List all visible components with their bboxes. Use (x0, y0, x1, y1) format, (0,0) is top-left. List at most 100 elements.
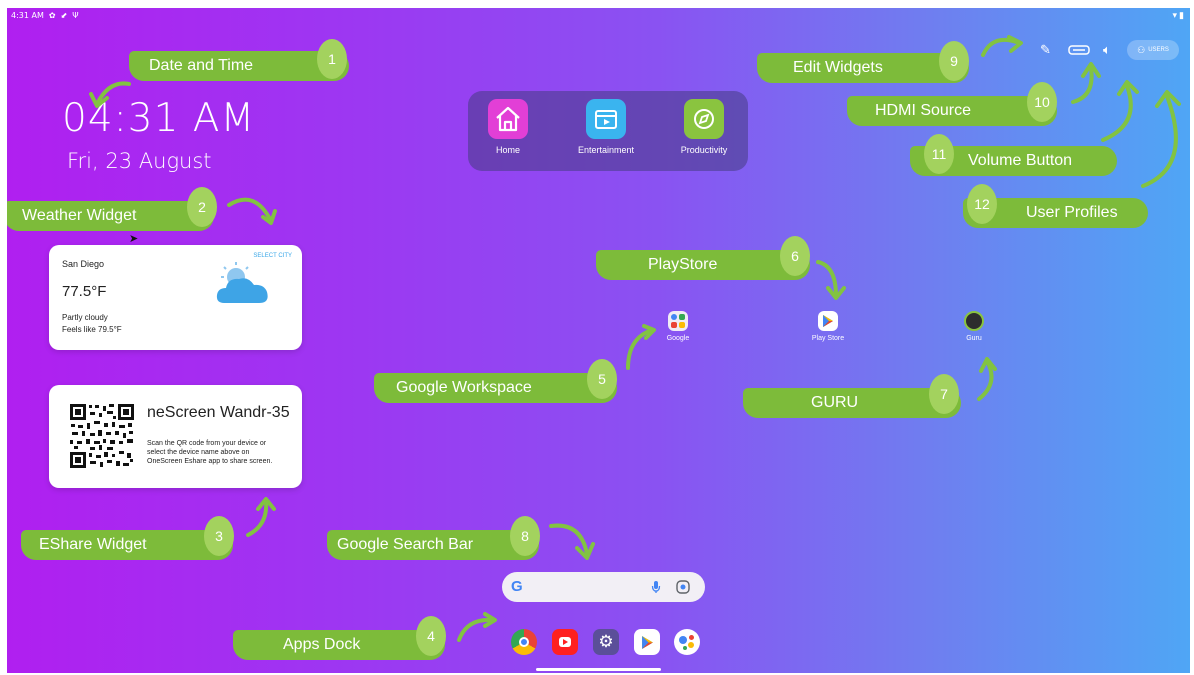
partly-cloudy-icon (216, 262, 268, 303)
clock-date[interactable]: Fri, 23 August (67, 149, 212, 173)
callout-label: Volume Button (968, 152, 1073, 169)
status-bar: 4:31 AM ✿ ⬋ Ψ (11, 11, 79, 20)
callout-arrow (246, 497, 276, 537)
callout-arrow (227, 197, 277, 225)
callout-date-and-time: Date and Time 1 (129, 39, 349, 81)
callout-label: PlayStore (648, 256, 718, 273)
google-search-bar[interactable]: G (502, 572, 705, 602)
app-guru[interactable]: Guru (949, 311, 999, 342)
callout-label: HDMI Source (875, 102, 972, 119)
callout-apps-dock: Apps Dock 4 (233, 616, 446, 660)
callout-number: 4 (416, 616, 446, 656)
callout-label: GURU (811, 394, 859, 411)
volume-icon[interactable]: 🔈︎ (1103, 42, 1111, 58)
usb-status-icon: Ψ (72, 11, 79, 20)
callout-eshare-widget: EShare Widget 3 (21, 516, 234, 560)
callout-google-workspace: Google Workspace 5 (374, 359, 617, 403)
callout-number: 9 (939, 41, 969, 81)
google-lens-icon[interactable] (676, 580, 690, 594)
callout-arrow (981, 35, 1023, 57)
callout-number: 1 (317, 39, 347, 79)
callout-label: Google Search Bar (337, 536, 474, 553)
callout-label: EShare Widget (39, 536, 147, 553)
callout-number: 10 (1027, 82, 1057, 122)
settings-status-icon: ✿ (48, 11, 56, 20)
callout-number: 6 (780, 236, 810, 276)
eshare-device-name: neScreen Wandr-35 (147, 404, 290, 421)
eshare-instruction-line: OneScreen Eshare app to share screen. (147, 458, 273, 465)
mode-label: Home (495, 145, 520, 155)
app-play-store[interactable]: Play Store (803, 311, 853, 342)
callout-number: 7 (929, 374, 959, 414)
mode-label: Entertainment (577, 145, 635, 155)
eshare-instruction-line: select the device name above on (147, 449, 250, 456)
callout-number: 11 (924, 134, 954, 174)
play-store-icon (818, 311, 838, 331)
mode-entertainment[interactable]: Entertainment (566, 99, 646, 155)
callout-label: User Profiles (1026, 204, 1118, 221)
assistant-icon[interactable] (674, 629, 700, 655)
microphone-icon[interactable] (651, 580, 661, 594)
callout-arrow (89, 81, 131, 108)
user-profiles-button[interactable]: ⚇ USERS (1127, 40, 1179, 60)
google-folder-icon (668, 311, 688, 331)
callout-edit-widgets: Edit Widgets 9 (757, 41, 969, 83)
callout-arrow (977, 357, 997, 401)
android-home-screen: 4:31 AM ✿ ⬋ Ψ ▾ ▮ 04:31 AM Fri, 23 Augus… (7, 8, 1190, 673)
callout-number: 3 (204, 516, 234, 556)
eshare-instruction-line: Scan the QR code from your device or (147, 440, 267, 447)
callout-number: 12 (967, 184, 997, 224)
status-bar-right: ▾ ▮ (1173, 10, 1184, 21)
callout-weather-widget: Weather Widget 2 (7, 187, 217, 231)
app-label: Play Store (811, 335, 845, 342)
callout-number: 8 (510, 516, 540, 556)
weather-feels-like: Feels like 79.5°F (62, 325, 122, 334)
callout-label: Weather Widget (22, 207, 137, 224)
callout-arrow (626, 324, 656, 370)
play-store-icon[interactable] (634, 629, 660, 655)
weather-condition: Partly cloudy (62, 313, 108, 322)
chrome-icon[interactable] (511, 629, 537, 655)
settings-icon[interactable]: ⚙ (593, 629, 619, 655)
cast-status-icon: ⬋ (60, 11, 68, 20)
mouse-cursor-icon: ➤ (129, 233, 139, 245)
mode-switcher: Home Entertainment Productivity (468, 91, 748, 171)
film-icon (595, 110, 617, 129)
callout-number: 5 (587, 359, 617, 399)
navigation-handle[interactable] (536, 668, 661, 671)
callout-volume-button: Volume Button 11 (910, 134, 1117, 176)
callout-arrow (816, 260, 846, 300)
callout-label: Edit Widgets (793, 59, 883, 76)
callout-user-profiles: User Profiles 12 (963, 184, 1148, 228)
user-icon: ⚇ (1137, 44, 1146, 55)
callout-label: Date and Time (149, 57, 254, 74)
callout-google-search-bar: Google Search Bar 8 (327, 516, 540, 560)
mode-label: Productivity (680, 145, 728, 155)
mode-home[interactable]: Home (468, 99, 548, 155)
callout-arrow (457, 612, 497, 642)
mode-productivity[interactable]: Productivity (664, 99, 744, 155)
youtube-icon[interactable] (552, 629, 578, 655)
users-label: USERS (1148, 47, 1169, 53)
callout-label: Google Workspace (396, 379, 532, 396)
wifi-icon: ▾ (1172, 10, 1178, 20)
callout-hdmi-source: HDMI Source 10 (847, 82, 1057, 126)
eshare-widget[interactable]: neScreen Wandr-35 Scan the QR code from … (49, 385, 302, 488)
eshare-instructions: Scan the QR code from your device or sel… (147, 439, 272, 466)
status-time: 4:31 AM (11, 11, 44, 20)
callout-arrow (1141, 90, 1181, 188)
callout-label: Apps Dock (283, 636, 361, 653)
callout-arrow (549, 523, 595, 560)
compass-icon (694, 109, 714, 129)
weather-temperature: 77.5°F (62, 283, 107, 300)
app-label: Guru (966, 335, 982, 342)
battery-icon: ▮ (1179, 10, 1184, 20)
callout-playstore: PlayStore 6 (596, 236, 810, 280)
weather-widget[interactable]: San Diego SELECT CITY 77.5°F Partly clou… (49, 245, 302, 350)
callout-number: 2 (187, 187, 217, 227)
google-g-icon: G (511, 578, 523, 595)
hdmi-source-icon[interactable] (1068, 45, 1090, 55)
qr-code[interactable] (69, 403, 135, 469)
weather-city: San Diego (62, 259, 105, 269)
edit-widgets-icon[interactable]: ✎ (1040, 42, 1051, 58)
